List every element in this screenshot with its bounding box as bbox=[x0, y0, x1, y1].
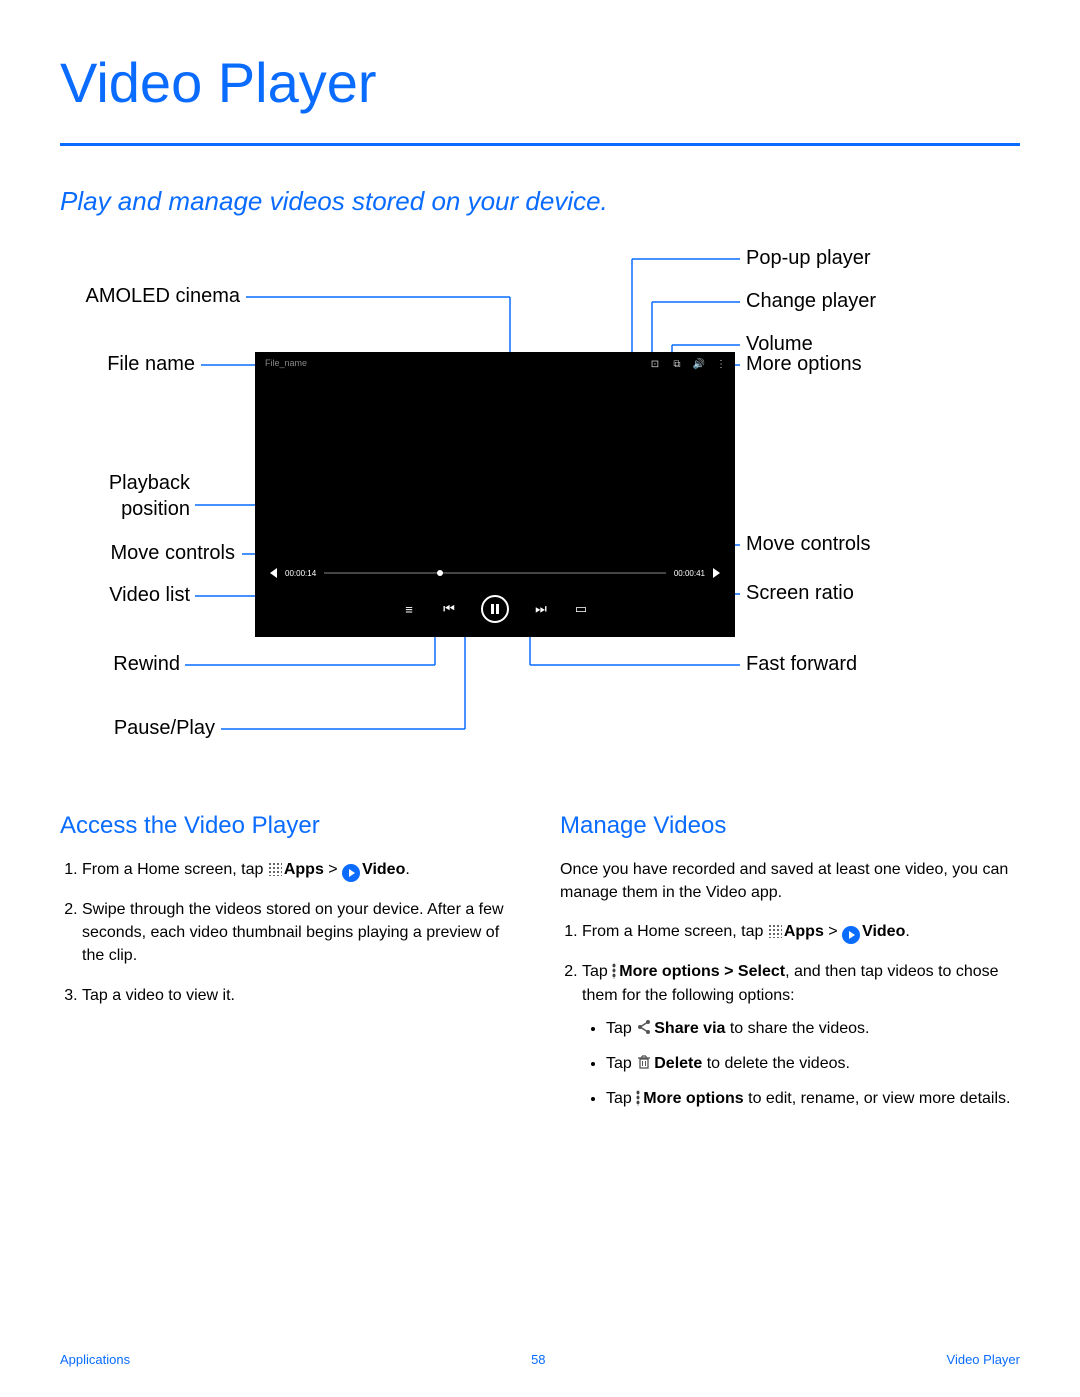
bullet-share: Tap Share via to share the videos. bbox=[606, 1017, 1020, 1040]
progress-bar bbox=[324, 572, 666, 574]
access-step-1: From a Home screen, tap Apps > Video. bbox=[82, 858, 520, 882]
callout-filename: File name bbox=[60, 353, 195, 376]
annotated-diagram: AMOLED cinema File name Playback positio… bbox=[60, 252, 1020, 782]
callout-screen-ratio: Screen ratio bbox=[746, 582, 854, 605]
access-step-3: Tap a video to view it. bbox=[82, 984, 520, 1007]
manage-heading: Manage Videos bbox=[560, 812, 1020, 840]
callout-fast-forward: Fast forward bbox=[746, 653, 857, 676]
page-subtitle: Play and manage videos stored on your de… bbox=[60, 186, 1020, 217]
top-icons-row: ⊡ ⧉ 🔊 ⋮ bbox=[649, 358, 727, 370]
video-list-icon: ≡ bbox=[401, 601, 417, 617]
more-options-dots-icon bbox=[612, 963, 616, 979]
manage-section: Manage Videos Once you have recorded and… bbox=[560, 812, 1020, 1126]
page-title: Video Player bbox=[60, 50, 1020, 146]
footer-right: Video Player bbox=[947, 1352, 1020, 1367]
callout-rewind: Rewind bbox=[60, 653, 180, 676]
player-filename: File_name bbox=[265, 358, 307, 368]
callout-move-right: Move controls bbox=[746, 533, 871, 556]
manage-step-2: Tap More options > Select, and then tap … bbox=[582, 960, 1020, 1110]
fast-forward-icon: ⏭ bbox=[533, 601, 549, 617]
apps-grid-icon bbox=[268, 861, 284, 878]
change-player-icon: ⧉ bbox=[671, 358, 683, 370]
video-app-icon bbox=[342, 864, 360, 882]
bullet-more: Tap More options to edit, rename, or vie… bbox=[606, 1087, 1020, 1110]
trash-icon bbox=[636, 1054, 652, 1070]
callout-amoled: AMOLED cinema bbox=[60, 285, 240, 308]
move-right-icon bbox=[713, 568, 720, 578]
pause-play-icon bbox=[481, 595, 509, 623]
time-total: 00:00:41 bbox=[674, 569, 705, 578]
more-options-dots-icon bbox=[636, 1090, 640, 1106]
access-heading: Access the Video Player bbox=[60, 812, 520, 840]
callout-more-options: More options bbox=[746, 353, 862, 376]
video-app-icon bbox=[842, 926, 860, 944]
manage-step-1: From a Home screen, tap Apps > Video. bbox=[582, 920, 1020, 944]
access-step-2: Swipe through the videos stored on your … bbox=[82, 898, 520, 968]
callout-video-list: Video list bbox=[60, 584, 190, 607]
volume-icon: 🔊 bbox=[693, 358, 705, 370]
time-current: 00:00:14 bbox=[285, 569, 316, 578]
footer-page: 58 bbox=[531, 1352, 545, 1367]
move-left-icon bbox=[270, 568, 277, 578]
rewind-icon: ⏮ bbox=[441, 601, 457, 617]
callout-popup: Pop-up player bbox=[746, 247, 871, 270]
more-options-icon: ⋮ bbox=[715, 358, 727, 370]
video-player-screenshot: File_name ⊡ ⧉ 🔊 ⋮ 00:00:14 00:00:41 ≡ ⏮ … bbox=[255, 352, 735, 637]
callout-playback: Playback position bbox=[60, 470, 190, 522]
access-section: Access the Video Player From a Home scre… bbox=[60, 812, 520, 1126]
manage-intro: Once you have recorded and saved at leas… bbox=[560, 858, 1020, 904]
footer-left: Applications bbox=[60, 1352, 130, 1367]
share-icon bbox=[636, 1019, 652, 1035]
screen-ratio-icon: ▭ bbox=[573, 601, 589, 617]
callout-pauseplay: Pause/Play bbox=[60, 717, 215, 740]
bullet-delete: Tap Delete to delete the videos. bbox=[606, 1052, 1020, 1075]
page-footer: Applications 58 Video Player bbox=[60, 1352, 1020, 1367]
callout-change-player: Change player bbox=[746, 290, 876, 313]
popup-icon: ⊡ bbox=[649, 358, 661, 370]
callout-move-left: Move controls bbox=[60, 542, 235, 565]
apps-grid-icon bbox=[768, 923, 784, 940]
